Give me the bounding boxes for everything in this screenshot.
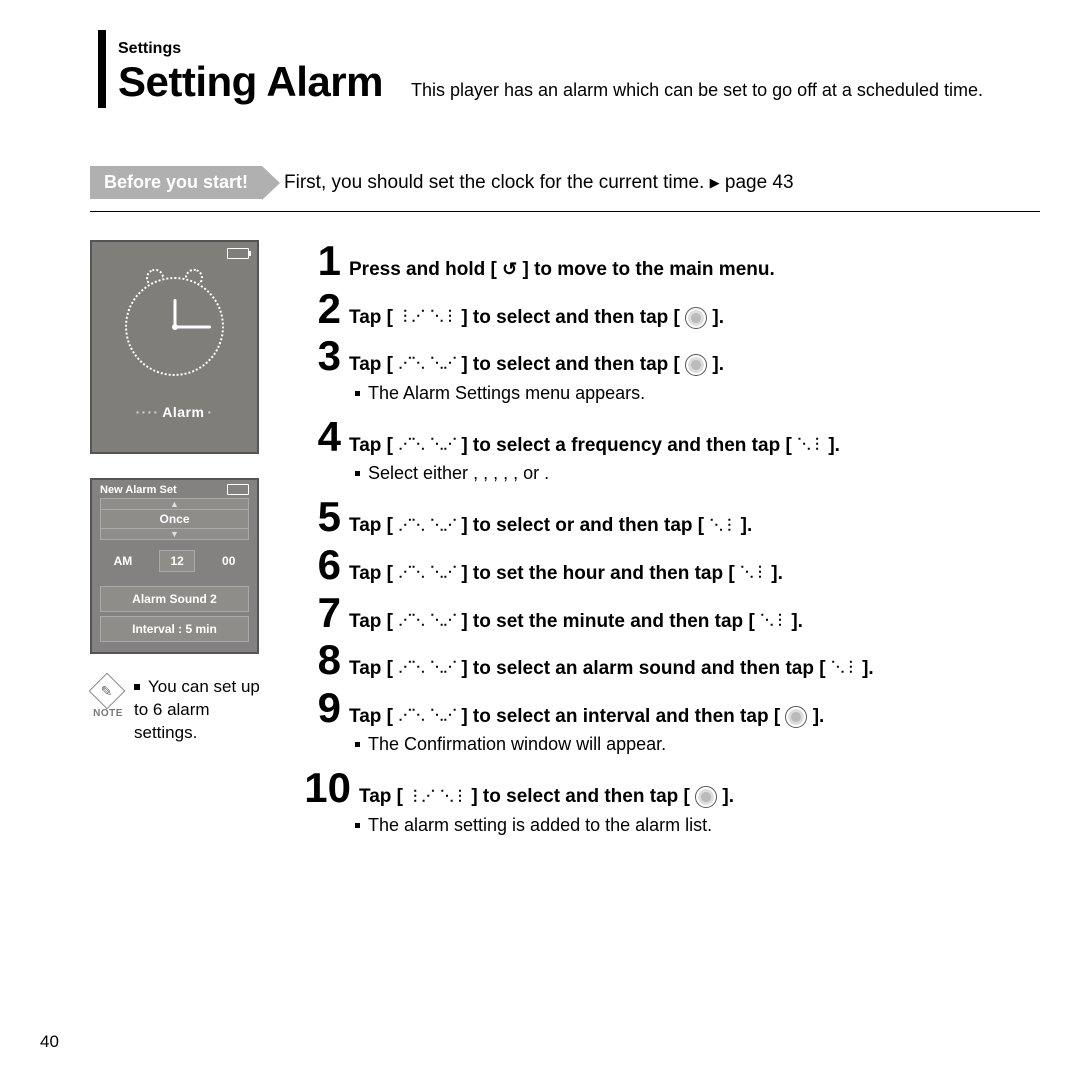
step-text: Tap [ ⋰⋱ ⋱⋰ ] to select an alarm sound a… (349, 646, 874, 683)
up-down-icon: ⋰⋱ ⋱⋰ (398, 353, 456, 373)
page-title: Setting Alarm (118, 58, 383, 106)
select-icon (785, 706, 807, 728)
step-8: 8Tap [ ⋰⋱ ⋱⋰ ] to select an alarm sound … (293, 639, 1040, 683)
alarm-menu-label: ∙∙∙∙Alarm∙ (133, 404, 217, 420)
up-down-icon: ⋰⋱ ⋱⋰ (398, 562, 456, 582)
before-you-start-badge: Before you start! (90, 166, 262, 199)
clock-icon (125, 277, 224, 376)
step-4: 4Tap [ ⋰⋱ ⋱⋰ ] to select a frequency and… (293, 416, 1040, 460)
step-text: Tap [ ⋰⋱ ⋱⋰ ] to set the hour and then t… (349, 551, 783, 588)
bullet-icon (355, 823, 360, 828)
step-number: 6 (293, 544, 341, 586)
chevron-down-icon: ▼ (101, 529, 248, 539)
step-text: Press and hold [ ↺ ] to move to the main… (349, 247, 775, 284)
chevron-up-icon: ▲ (101, 499, 248, 509)
steps-list: 1Press and hold [ ↺ ] to move to the mai… (293, 240, 1040, 848)
step-10: 10Tap [ ⋮⋰ ⋱⋮ ] to select and then tap [… (293, 767, 1040, 811)
divider (90, 211, 1040, 212)
header-side-bar (98, 30, 106, 108)
right-icon: ⋱⋮ (831, 657, 857, 677)
step-number: 2 (293, 288, 341, 330)
step-text: Tap [ ⋰⋱ ⋱⋰ ] to set the minute and then… (349, 599, 803, 636)
page-number: 40 (40, 1032, 59, 1052)
up-down-icon: ⋰⋱ ⋱⋰ (398, 705, 456, 725)
step-3: 3Tap [ ⋰⋱ ⋱⋰ ] to select and then tap [ … (293, 335, 1040, 379)
device-screenshot-alarm: ∙∙∙∙Alarm∙ (90, 240, 259, 454)
up-down-icon: ⋰⋱ ⋱⋰ (398, 610, 456, 630)
step-sub-text: The Confirmation window will appear. (355, 734, 1040, 755)
step-1: 1Press and hold [ ↺ ] to move to the mai… (293, 240, 1040, 284)
up-down-icon: ⋰⋱ ⋱⋰ (398, 515, 456, 535)
step-6: 6Tap [ ⋰⋱ ⋱⋰ ] to set the hour and then … (293, 544, 1040, 588)
step-text: Tap [ ⋰⋱ ⋱⋰ ] to select a frequency and … (349, 423, 840, 460)
step-sub-text: Select either , , , , , or . (355, 463, 1040, 484)
bullet-icon (355, 742, 360, 747)
up-down-icon: ⋰⋱ ⋱⋰ (398, 657, 456, 677)
ampm-value: AM (114, 554, 133, 568)
minute-value: 00 (222, 554, 235, 568)
new-alarm-set-title: New Alarm Set (100, 484, 177, 496)
step-number: 5 (293, 496, 341, 538)
hour-value: 12 (159, 550, 194, 572)
step-number: 10 (293, 767, 351, 809)
frequency-selector: ▲ Once ▼ (100, 498, 249, 540)
frequency-value: Once (101, 509, 248, 529)
note-icon: ✎ (89, 673, 126, 710)
alarm-sound-value: Alarm Sound 2 (100, 586, 249, 612)
step-text: Tap [ ⋮⋰ ⋱⋮ ] to select and then tap [ ]… (349, 295, 724, 332)
step-sub-text: The alarm setting is added to the alarm … (355, 815, 1040, 836)
step-2: 2Tap [ ⋮⋰ ⋱⋮ ] to select and then tap [ … (293, 288, 1040, 332)
right-icon: ⋱⋮ (740, 562, 766, 582)
left-right-icon: ⋮⋰ ⋱⋮ (398, 306, 456, 326)
step-5: 5Tap [ ⋰⋱ ⋱⋰ ] to select or and then tap… (293, 496, 1040, 540)
step-text: Tap [ ⋰⋱ ⋱⋰ ] to select an interval and … (349, 694, 824, 731)
section-label: Settings (118, 40, 1040, 58)
step-7: 7Tap [ ⋰⋱ ⋱⋰ ] to set the minute and the… (293, 592, 1040, 636)
before-you-start-text: First, you should set the clock for the … (284, 172, 794, 194)
right-icon: ⋱⋮ (709, 515, 735, 535)
note-text: You can set up to 6 alarm settings. (134, 676, 265, 745)
step-text: Tap [ ⋰⋱ ⋱⋰ ] to select or and then tap … (349, 503, 752, 540)
device-screenshot-new-alarm-set: New Alarm Set ▲ Once ▼ AM 12 00 Alarm So… (90, 478, 259, 654)
step-number: 1 (293, 240, 341, 282)
step-number: 9 (293, 687, 341, 729)
left-right-icon: ⋮⋰ ⋱⋮ (408, 786, 466, 806)
step-number: 8 (293, 639, 341, 681)
note-label: NOTE (90, 708, 126, 719)
interval-value: Interval : 5 min (100, 616, 249, 642)
right-icon: ⋱⋮ (760, 610, 786, 630)
select-icon (685, 354, 707, 376)
select-icon (695, 786, 717, 808)
bullet-icon (134, 684, 140, 690)
right-icon: ⋱⋮ (797, 434, 823, 454)
step-number: 7 (293, 592, 341, 634)
select-icon (685, 307, 707, 329)
step-text: Tap [ ⋰⋱ ⋱⋰ ] to select and then tap [ ]… (349, 342, 724, 379)
triangle-icon: ▶ (710, 175, 720, 190)
step-sub-text: The Alarm Settings menu appears. (355, 383, 1040, 404)
title-description: This player has an alarm which can be se… (411, 80, 983, 101)
bullet-icon (355, 471, 360, 476)
up-down-icon: ⋰⋱ ⋱⋰ (398, 434, 456, 454)
step-number: 4 (293, 416, 341, 458)
step-9: 9Tap [ ⋰⋱ ⋱⋰ ] to select an interval and… (293, 687, 1040, 731)
step-number: 3 (293, 335, 341, 377)
return-icon: ↺ (502, 257, 517, 282)
bullet-icon (355, 391, 360, 396)
battery-icon (227, 484, 249, 495)
battery-icon (227, 248, 249, 259)
step-text: Tap [ ⋮⋰ ⋱⋮ ] to select and then tap [ ]… (359, 774, 734, 811)
